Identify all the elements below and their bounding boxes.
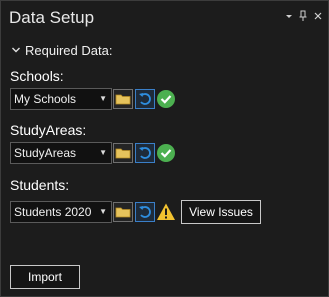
- reset-button[interactable]: [135, 202, 155, 222]
- close-icon[interactable]: [312, 9, 324, 23]
- schools-dropdown-value: My Schools: [14, 92, 77, 106]
- folder-icon: [115, 207, 131, 218]
- study-areas-dropdown-value: StudyAreas: [14, 146, 77, 160]
- dropdown-arrow-icon: ▼: [99, 94, 107, 103]
- browse-folder-button[interactable]: [113, 143, 133, 163]
- dropdown-arrow-icon: ▼: [99, 148, 107, 157]
- undo-icon: [139, 147, 151, 159]
- students-dropdown-value: Students 2020: [14, 205, 92, 219]
- section-label: Required Data:: [25, 43, 113, 58]
- undo-icon: [139, 93, 151, 105]
- dropdown-arrow-icon: ▼: [99, 207, 107, 216]
- chevron-down-icon: [11, 43, 21, 58]
- pane-title-bar: Data Setup: [1, 1, 328, 35]
- browse-folder-button[interactable]: [113, 202, 133, 222]
- required-data-section-header[interactable]: Required Data:: [11, 43, 112, 59]
- view-issues-button[interactable]: View Issues: [181, 200, 261, 224]
- students-label: Students:: [10, 177, 70, 193]
- status-ok-icon: [156, 89, 176, 109]
- pane-options-icon[interactable]: [283, 9, 295, 23]
- schools-label: Schools:: [10, 68, 64, 84]
- data-setup-pane: Data Setup Required Data: Schools: My Sc…: [0, 0, 329, 297]
- pin-icon[interactable]: [297, 9, 309, 23]
- warning-icon: [156, 202, 176, 222]
- study-areas-label: StudyAreas:: [10, 122, 87, 138]
- schools-dropdown[interactable]: My Schools ▼: [10, 88, 112, 110]
- folder-icon: [115, 94, 131, 105]
- browse-folder-button[interactable]: [113, 89, 133, 109]
- students-dropdown[interactable]: Students 2020 ▼: [10, 201, 112, 223]
- import-button[interactable]: Import: [10, 265, 80, 289]
- folder-icon: [115, 148, 131, 159]
- reset-button[interactable]: [135, 89, 155, 109]
- undo-icon: [139, 206, 151, 218]
- reset-button[interactable]: [135, 143, 155, 163]
- study-areas-dropdown[interactable]: StudyAreas ▼: [10, 142, 112, 164]
- status-ok-icon: [156, 143, 176, 163]
- pane-title: Data Setup: [9, 8, 95, 27]
